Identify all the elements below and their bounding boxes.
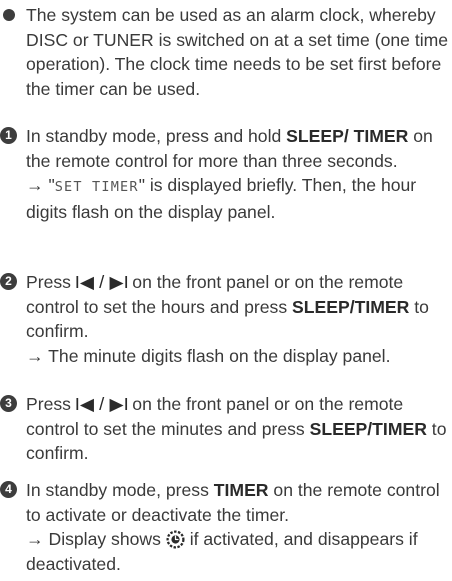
result-arrow-icon: → — [26, 175, 44, 195]
result-arrow-icon: → — [26, 345, 44, 366]
step-number: 1 — [0, 127, 17, 144]
key-label: SLEEP/TIMER — [292, 296, 410, 317]
step-number: 4 — [0, 481, 17, 498]
step-1: 1 In standby mode, press and hold SLEEP/… — [0, 124, 450, 224]
step-3: 3 Press I◀ / ▶I on the front panel or on… — [0, 392, 450, 466]
intro-text: The system can be used as an alarm clock… — [26, 5, 449, 99]
intro-bullet: The system can be used as an alarm clock… — [3, 3, 450, 101]
key-label: SLEEP/ TIMER — [286, 126, 409, 146]
prev-next-icon: I◀ / ▶I — [74, 272, 129, 292]
step-instruction: Press I◀ / ▶I on the front panel or on t… — [26, 272, 429, 366]
key-label: TIMER — [213, 480, 269, 500]
step-number: 3 — [0, 395, 17, 412]
key-label: SLEEP/TIMER — [309, 418, 427, 439]
prev-next-icon: I◀ / ▶I — [74, 394, 129, 414]
result-arrow-icon: → — [26, 529, 44, 549]
step-instruction: Press I◀ / ▶I on the front panel or on t… — [26, 394, 447, 463]
step-2: 2 Press I◀ / ▶I on the front panel or on… — [0, 270, 450, 368]
lcd-text: SET TIMER — [54, 179, 139, 195]
timer-icon — [166, 530, 185, 549]
step-instruction: In standby mode, press TIMER on the remo… — [26, 480, 440, 574]
step-instruction: In standby mode, press and hold SLEEP/ T… — [26, 126, 433, 222]
step-4: 4 In standby mode, press TIMER on the re… — [0, 478, 450, 576]
manual-page: The system can be used as an alarm clock… — [0, 0, 452, 581]
step-number: 2 — [0, 273, 17, 290]
bullet-icon — [3, 9, 15, 21]
